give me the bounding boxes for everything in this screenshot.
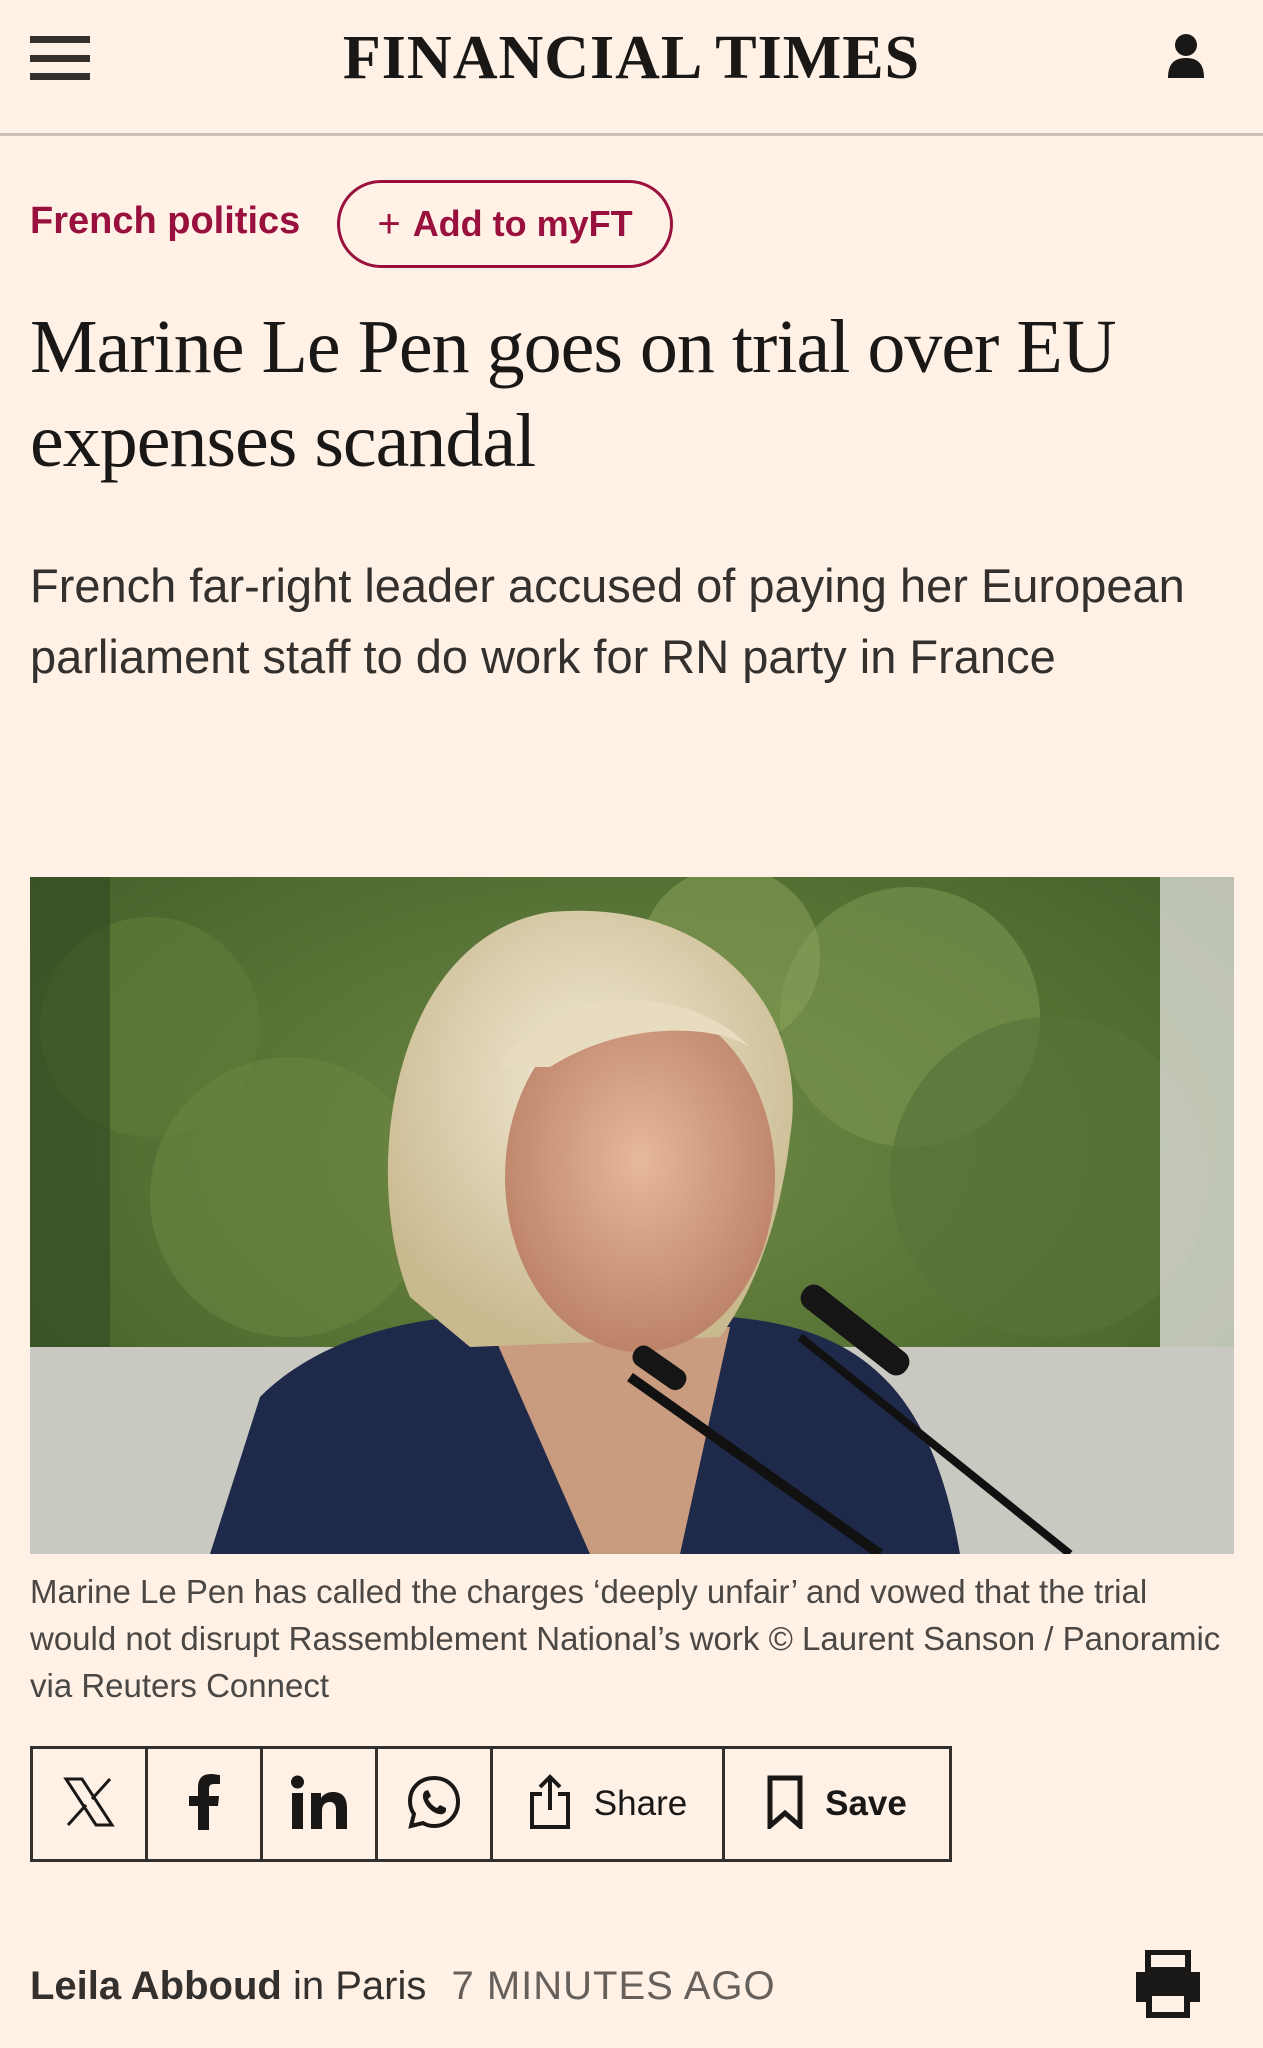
facebook-icon: [187, 1773, 221, 1835]
share-label: Share: [593, 1784, 688, 1823]
add-to-myft-label: Add to myFT: [412, 203, 633, 244]
whatsapp-icon: [406, 1774, 462, 1835]
share-whatsapp-button[interactable]: [378, 1749, 493, 1859]
article-standfirst: French far-right leader accused of payin…: [30, 559, 1185, 683]
share-x-button[interactable]: [33, 1749, 148, 1859]
x-twitter-icon: [62, 1775, 116, 1834]
topic-link-french-politics[interactable]: French politics: [30, 196, 300, 246]
save-button[interactable]: Save: [725, 1749, 949, 1859]
bookmark-icon: [767, 1775, 803, 1834]
share-icon: [528, 1773, 572, 1835]
article-main-image: [30, 877, 1234, 1554]
plus-icon: +: [377, 201, 401, 246]
masthead-logo[interactable]: FINANCIAL TIMES: [0, 20, 1263, 96]
image-caption: Marine Le Pen has called the charges ‘de…: [30, 1573, 1221, 1704]
save-label: Save: [825, 1784, 907, 1823]
linkedin-icon: [290, 1775, 348, 1834]
printer-icon[interactable]: [1132, 1949, 1204, 2018]
share-toolbar: Share Save: [30, 1746, 952, 1862]
byline: Leila Abboud in Paris 7 MINUTES AGO: [30, 1956, 776, 2016]
user-account-icon[interactable]: [1166, 32, 1206, 80]
site-header: FINANCIAL TIMES: [0, 0, 1263, 136]
add-to-myft-button[interactable]: + Add to myFT: [337, 180, 673, 268]
share-button[interactable]: Share: [493, 1749, 725, 1859]
publish-time: 7 MINUTES AGO: [451, 1964, 776, 2008]
byline-location: in Paris: [292, 1964, 427, 2008]
share-facebook-button[interactable]: [148, 1749, 263, 1859]
share-linkedin-button[interactable]: [263, 1749, 378, 1859]
article-headline: Marine Le Pen goes on trial over EU expe…: [30, 305, 1117, 483]
author-link[interactable]: Leila Abboud: [30, 1964, 282, 2008]
